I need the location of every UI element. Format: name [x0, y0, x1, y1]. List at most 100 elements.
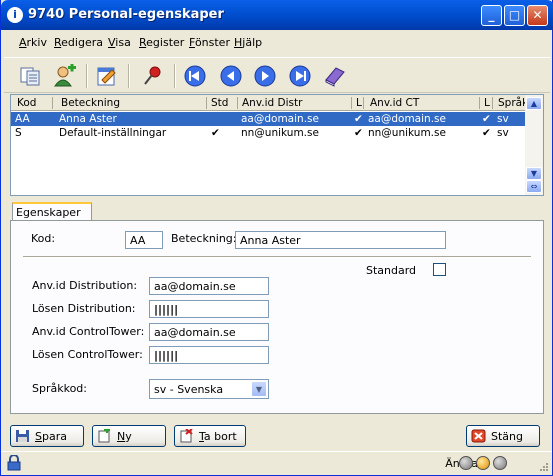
next-icon[interactable]	[252, 64, 278, 88]
lock-icon	[7, 455, 21, 471]
menu-visa[interactable]: Visa	[108, 36, 131, 49]
scroll-up-button[interactable]: ▲	[526, 97, 542, 110]
add-user-icon[interactable]	[52, 64, 78, 88]
cell-kod: AA	[15, 113, 30, 125]
scroll-down-button[interactable]: ▼	[526, 167, 542, 180]
app-icon: i	[7, 7, 23, 23]
last-icon[interactable]	[287, 64, 313, 88]
edit-icon[interactable]	[94, 64, 120, 88]
col-separator[interactable]	[363, 97, 364, 109]
save-button[interactable]: Spara	[10, 425, 84, 447]
cell-l1: ✔	[354, 127, 363, 139]
menu-redigera[interactable]: Redigera	[54, 36, 103, 49]
prev-icon[interactable]	[218, 64, 244, 88]
col-separator[interactable]	[237, 97, 238, 109]
toolbar-separator	[128, 64, 130, 88]
status-lamp-yellow-icon	[476, 456, 490, 470]
col-anv-distr[interactable]: Anv.id Distr	[242, 97, 302, 109]
chevron-down-icon[interactable]: ▼	[251, 381, 267, 397]
cell-anv-ct: aa@domain.se	[368, 113, 446, 125]
delete-document-icon	[180, 429, 193, 443]
col-separator[interactable]	[492, 97, 493, 109]
col-l1[interactable]: L	[356, 97, 362, 109]
cell-l1: ✔	[354, 113, 363, 125]
delete-button[interactable]: Ta bort	[174, 425, 246, 447]
col-std[interactable]: Std	[211, 97, 228, 109]
losen-distr-field[interactable]: ||||||	[149, 300, 269, 318]
menu-arkiv[interactable]: Arkiv	[19, 36, 47, 49]
cell-l2: ✔	[482, 113, 491, 125]
losen-ct-label: Lösen ControlTower:	[32, 348, 143, 361]
col-separator[interactable]	[351, 97, 352, 109]
table-header: Kod Beteckning Std Anv.id Distr L Anv.id…	[11, 95, 528, 111]
sprak-label: Språkkod:	[32, 382, 87, 395]
title-bar[interactable]: i 9740 Personal-egenskaper _ □ ✕	[1, 0, 553, 30]
menu-hjalp[interactable]: Hjälp	[234, 36, 262, 49]
menu-bar: Arkiv Redigera Visa Register Fönster Hjä…	[4, 31, 550, 53]
toolbar-separator	[86, 64, 88, 88]
cell-beteckning: Default-inställningar	[59, 127, 167, 139]
divider	[23, 256, 531, 258]
resize-grip-icon[interactable]	[537, 462, 549, 474]
sprak-select[interactable]: sv - Svenska ▼	[149, 379, 269, 399]
pin-icon[interactable]	[140, 64, 166, 88]
col-separator[interactable]	[479, 97, 480, 109]
col-separator[interactable]	[206, 97, 207, 109]
col-separator[interactable]	[52, 97, 53, 109]
menu-fonster[interactable]: Fönster	[189, 36, 230, 49]
tab-egenskaper[interactable]: Egenskaper TA	[12, 202, 92, 232]
losen-ct-field[interactable]: ||||||	[149, 346, 269, 364]
close-dialog-button[interactable]: Stäng	[466, 425, 540, 447]
kod-label: Kod:	[31, 232, 56, 245]
scroll-expand-button[interactable]: ⇔	[526, 180, 542, 193]
new-document-icon	[98, 429, 110, 443]
cell-sprak: sv	[497, 113, 509, 125]
anv-distr-field[interactable]: aa@domain.se	[149, 277, 269, 295]
list-icon[interactable]	[18, 64, 44, 88]
toolbar-separator	[174, 64, 176, 88]
beteckning-label: Beteckning:	[171, 232, 237, 245]
kod-field[interactable]: AA	[125, 231, 163, 249]
cell-anv-distr: nn@unikum.se	[241, 127, 319, 139]
col-anv-ct[interactable]: Anv.id CT	[370, 97, 419, 109]
table-row[interactable]: AA Anna Aster aa@domain.se ✔ aa@domain.s…	[11, 112, 525, 126]
main-window: i 9740 Personal-egenskaper _ □ ✕ Arkiv R…	[0, 0, 553, 476]
sprak-value: sv - Svenska	[154, 383, 224, 396]
minimize-button[interactable]: _	[481, 5, 502, 26]
status-bar: Ändra	[1, 451, 552, 475]
anv-distr-label: Anv.id Distribution:	[32, 279, 138, 292]
properties-panel: Kod: AA Beteckning: Anna Aster Standard …	[10, 220, 544, 414]
status-lamp-gray-icon	[459, 456, 473, 470]
cell-kod: S	[15, 127, 22, 139]
book-icon[interactable]	[322, 64, 348, 88]
col-l2[interactable]: L	[484, 97, 490, 109]
tab-area: Egenskaper TA Kod: AA Beteckning: Anna A…	[10, 202, 544, 414]
standard-label: Standard	[366, 264, 417, 277]
cell-std: ✔	[211, 127, 220, 139]
cell-sprak: sv	[497, 127, 509, 139]
anv-ct-field[interactable]: aa@domain.se	[149, 323, 269, 341]
col-kod[interactable]: Kod	[17, 97, 36, 109]
window-title: 9740 Personal-egenskaper	[28, 7, 224, 22]
first-icon[interactable]	[182, 64, 208, 88]
losen-distr-label: Lösen Distribution:	[32, 302, 136, 315]
col-beteckning[interactable]: Beteckning	[61, 97, 120, 109]
col-sprak[interactable]: Språk	[498, 97, 528, 109]
close-button[interactable]: ✕	[527, 5, 548, 26]
standard-checkbox[interactable]	[433, 263, 446, 276]
table-row[interactable]: S Default-inställningar ✔ nn@unikum.se ✔…	[11, 126, 525, 140]
cell-anv-distr: aa@domain.se	[241, 113, 319, 125]
anv-ct-label: Anv.id ControlTower:	[32, 325, 145, 338]
cell-l2: ✔	[482, 127, 491, 139]
beteckning-field[interactable]: Anna Aster	[235, 231, 446, 249]
toolbar	[4, 57, 550, 93]
new-button[interactable]: Ny	[92, 425, 166, 447]
staff-table[interactable]: Kod Beteckning Std Anv.id Distr L Anv.id…	[10, 94, 544, 196]
cell-anv-ct: nn@unikum.se	[368, 127, 446, 139]
floppy-icon	[16, 430, 29, 442]
table-scrollbar[interactable]: ▲ ▼ ⇔	[525, 95, 543, 195]
menu-register[interactable]: Register	[139, 36, 184, 49]
status-lamp-gray-icon	[493, 456, 507, 470]
cell-beteckning: Anna Aster	[59, 113, 117, 125]
maximize-button[interactable]: □	[504, 5, 525, 26]
